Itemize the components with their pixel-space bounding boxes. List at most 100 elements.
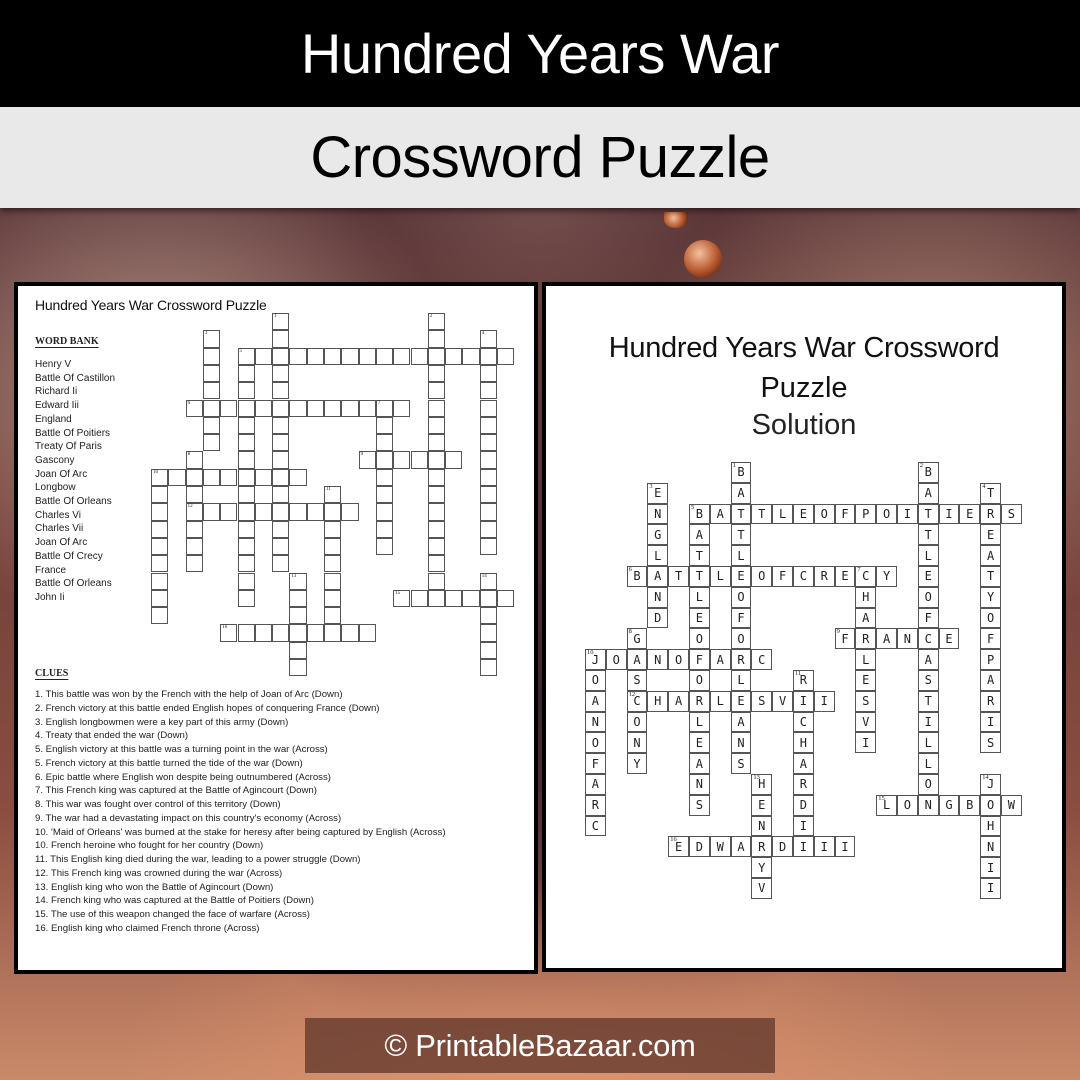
puzzle-cell[interactable] [185,486,203,504]
puzzle-cell[interactable] [375,520,394,538]
puzzle-cell[interactable] [462,347,480,365]
puzzle-cell[interactable] [341,503,359,521]
puzzle-cell[interactable] [151,555,169,573]
puzzle-cell[interactable] [427,520,446,538]
puzzle-cell[interactable] [202,416,221,435]
puzzle-cell[interactable] [427,330,446,348]
puzzle-cell[interactable]: 9 [358,451,376,469]
puzzle-cell[interactable] [341,624,359,642]
puzzle-cell[interactable]: 1 [272,313,290,331]
puzzle-cell[interactable] [479,607,497,625]
puzzle-cell[interactable] [479,537,497,556]
puzzle-cell[interactable] [272,520,290,538]
puzzle-cell[interactable]: 11 [324,486,342,504]
puzzle-cell[interactable] [185,468,203,486]
puzzle-cell[interactable] [445,589,463,608]
puzzle-cell[interactable] [358,624,376,642]
puzzle-cell[interactable]: 3 [202,330,221,348]
puzzle-cell[interactable] [479,659,497,677]
puzzle-cell[interactable] [427,434,446,452]
puzzle-cell[interactable] [237,364,255,383]
puzzle-cell[interactable]: 16 [220,624,238,642]
puzzle-cell[interactable] [185,520,203,538]
puzzle-cell[interactable] [479,434,497,452]
puzzle-cell[interactable] [272,364,290,383]
puzzle-cell[interactable] [324,520,342,538]
puzzle-cell[interactable] [272,486,290,504]
puzzle-cell[interactable]: 8 [185,451,203,469]
puzzle-cell[interactable] [289,659,307,677]
puzzle-cell[interactable] [237,503,255,521]
puzzle-cell[interactable] [272,468,290,486]
puzzle-cell[interactable]: 7 [375,399,394,417]
puzzle-cell[interactable] [289,589,307,608]
puzzle-cell[interactable] [237,416,255,435]
puzzle-cell[interactable] [358,399,376,417]
puzzle-cell[interactable] [445,347,463,365]
puzzle-cell[interactable] [427,382,446,400]
puzzle-cell[interactable] [151,486,169,504]
puzzle-cell[interactable] [202,382,221,400]
puzzle-cell[interactable] [272,347,290,365]
puzzle-cell[interactable] [324,503,342,521]
puzzle-cell[interactable] [462,589,480,608]
puzzle-cell[interactable] [237,486,255,504]
puzzle-cell[interactable] [237,624,255,642]
puzzle-cell[interactable] [202,347,221,365]
puzzle-cell[interactable] [254,624,273,642]
puzzle-cell[interactable] [306,624,324,642]
puzzle-cell[interactable] [393,399,411,417]
puzzle-cell[interactable] [479,503,497,521]
puzzle-cell[interactable] [393,451,411,469]
puzzle-cell[interactable] [237,382,255,400]
puzzle-cell[interactable] [445,451,463,469]
puzzle-cell[interactable] [324,399,342,417]
puzzle-cell[interactable] [289,347,307,365]
puzzle-cell[interactable] [289,641,307,659]
puzzle-cell[interactable] [237,555,255,573]
puzzle-cell[interactable] [479,382,497,400]
puzzle-cell[interactable] [479,416,497,435]
puzzle-cell[interactable] [272,399,290,417]
puzzle-cell[interactable] [306,399,324,417]
puzzle-cell[interactable] [202,503,221,521]
puzzle-cell[interactable] [272,416,290,435]
puzzle-cell[interactable] [324,624,342,642]
puzzle-cell[interactable] [289,503,307,521]
puzzle-cell[interactable] [479,486,497,504]
puzzle-cell[interactable] [151,607,169,625]
puzzle-cell[interactable] [427,399,446,417]
puzzle-cell[interactable] [237,520,255,538]
puzzle-cell[interactable] [479,520,497,538]
puzzle-cell[interactable] [237,399,255,417]
puzzle-cell[interactable] [237,468,255,486]
puzzle-cell[interactable] [427,486,446,504]
puzzle-cell[interactable] [324,537,342,556]
puzzle-cell[interactable] [479,451,497,469]
puzzle-cell[interactable] [289,607,307,625]
puzzle-cell[interactable] [272,451,290,469]
puzzle-cell[interactable]: 12 [185,503,203,521]
puzzle-cell[interactable] [324,555,342,573]
puzzle-cell[interactable] [272,624,290,642]
puzzle-cell[interactable] [185,555,203,573]
puzzle-cell[interactable] [479,589,497,608]
puzzle-cell[interactable] [220,399,238,417]
puzzle-cell[interactable] [427,347,446,365]
puzzle-cell[interactable] [306,347,324,365]
puzzle-cell[interactable] [427,572,446,590]
puzzle-cell[interactable] [341,347,359,365]
puzzle-cell[interactable] [375,486,394,504]
puzzle-cell[interactable] [427,537,446,556]
puzzle-cell[interactable] [220,503,238,521]
puzzle-cell[interactable] [237,451,255,469]
puzzle-cell[interactable] [375,416,394,435]
puzzle-cell[interactable] [306,503,324,521]
puzzle-cell[interactable] [427,503,446,521]
puzzle-cell[interactable]: 14 [479,572,497,590]
puzzle-cell[interactable] [479,347,497,365]
puzzle-cell[interactable] [324,589,342,608]
puzzle-cell[interactable] [497,589,515,608]
puzzle-cell[interactable]: 13 [289,572,307,590]
puzzle-cell[interactable] [237,537,255,556]
